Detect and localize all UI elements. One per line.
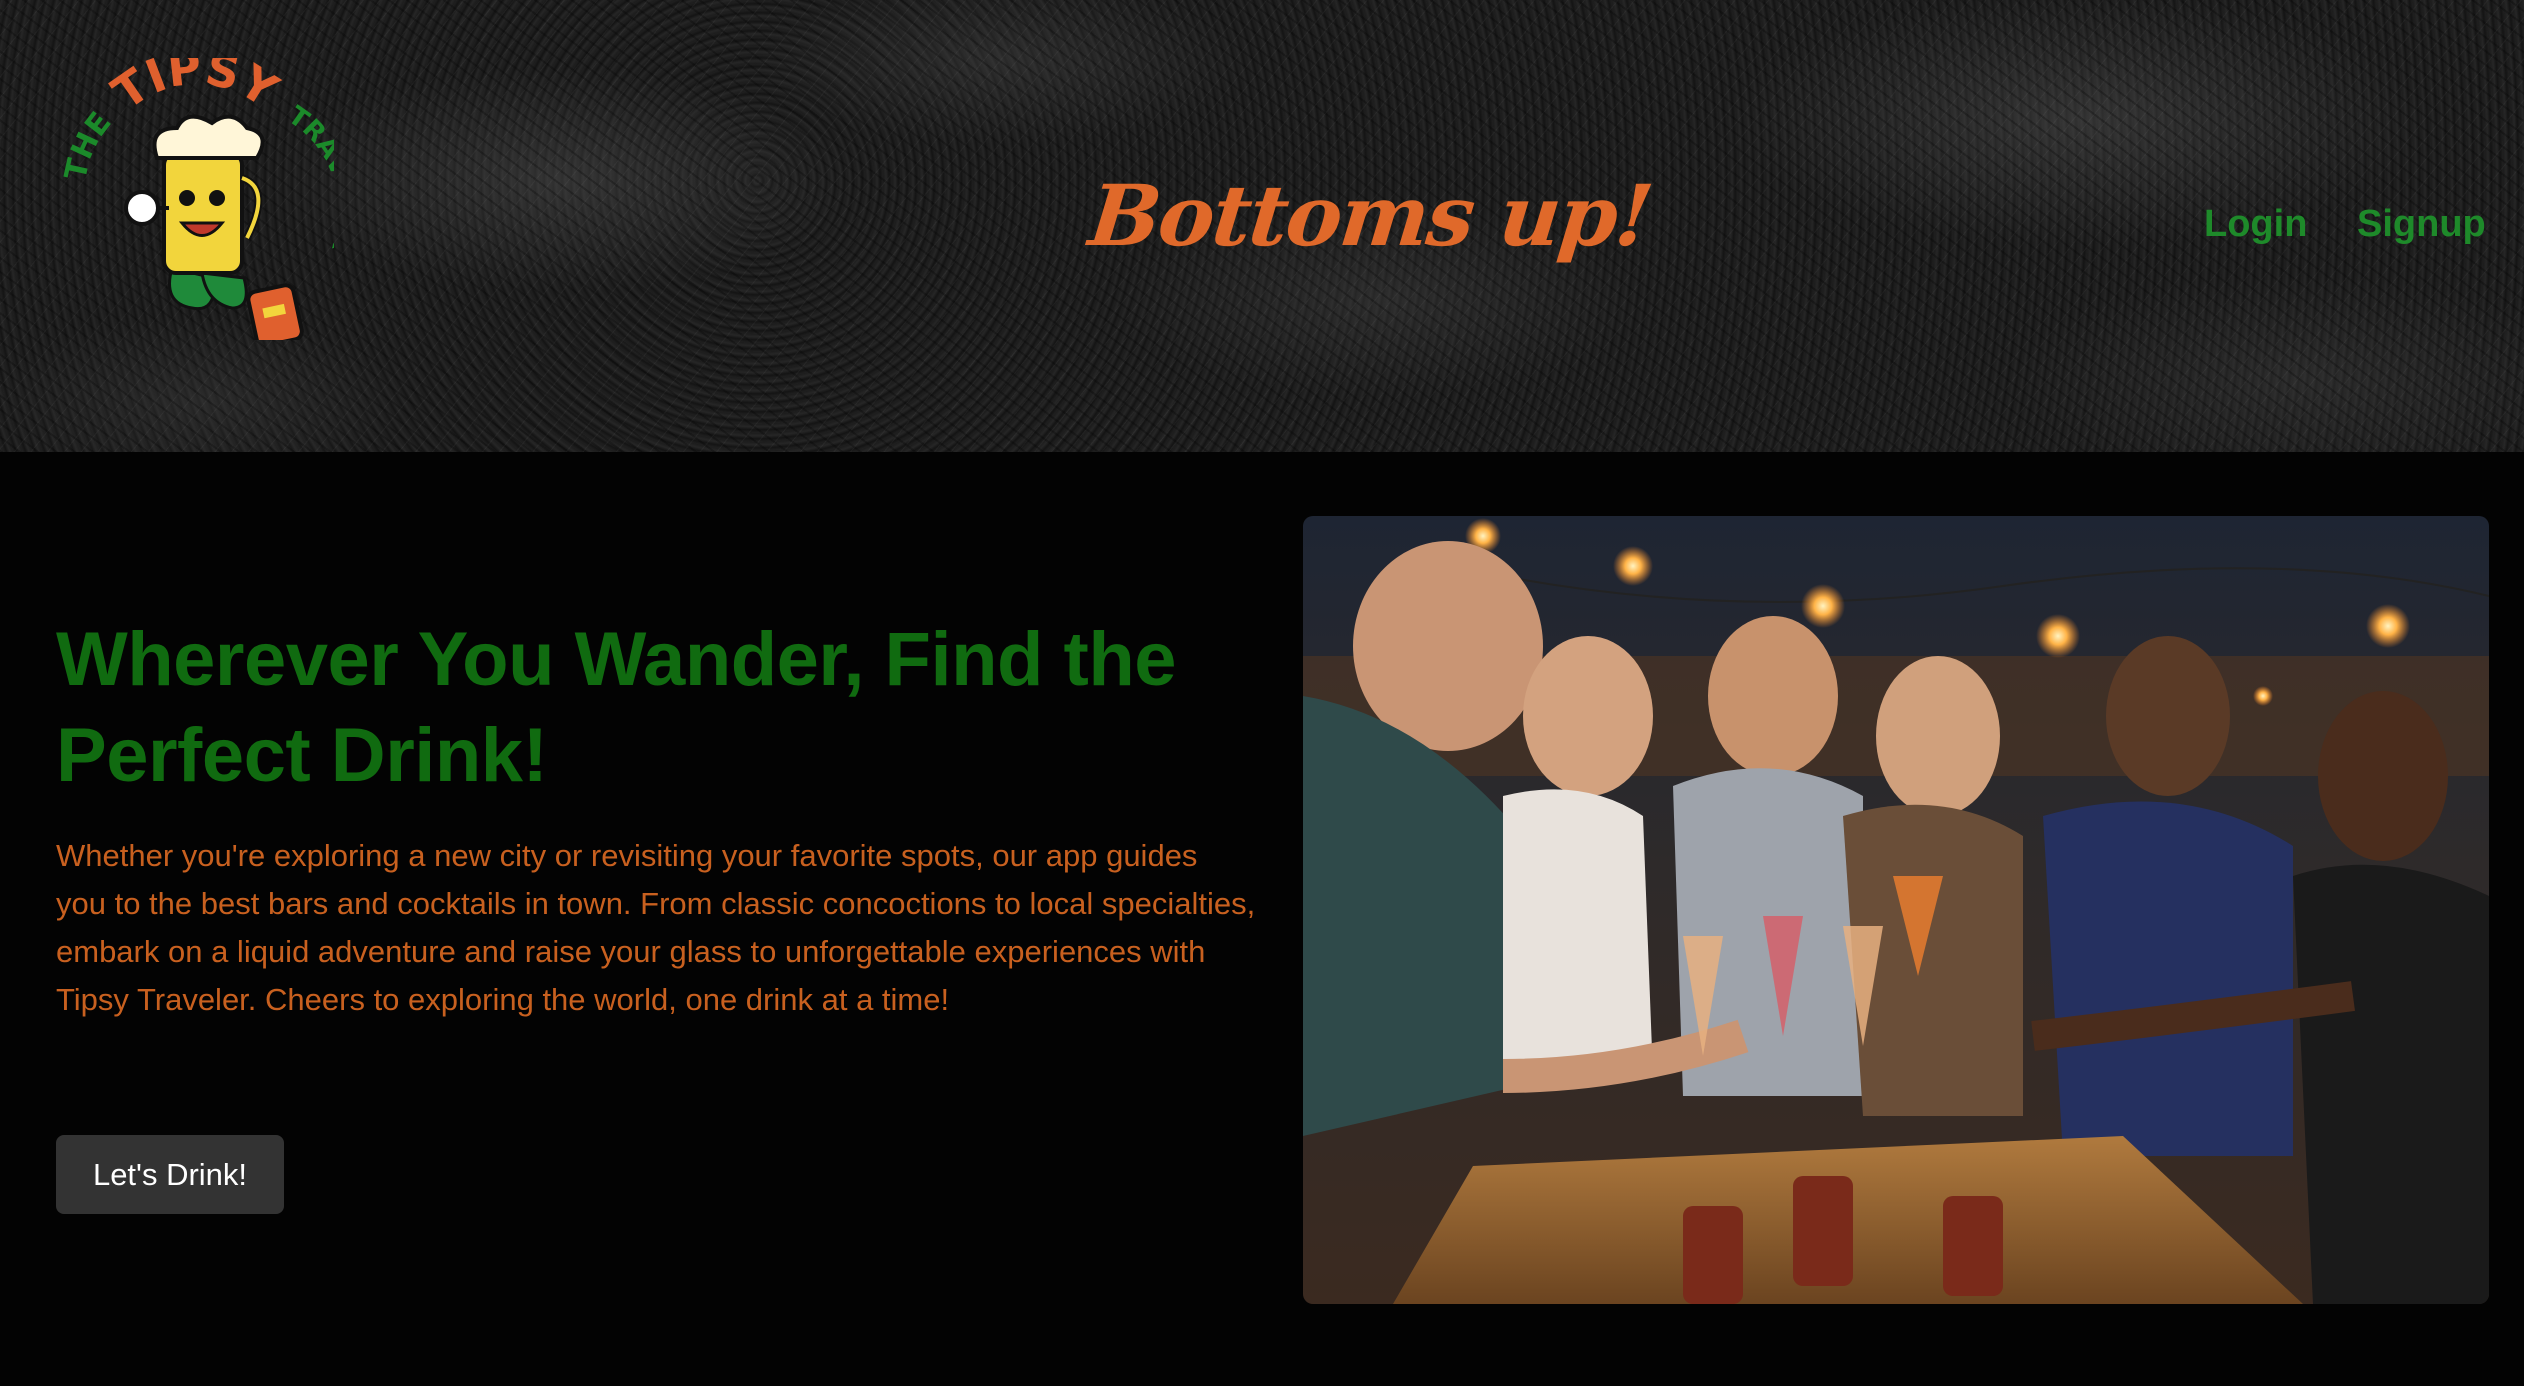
signup-link[interactable]: Signup	[2357, 203, 2486, 246]
login-link[interactable]: Login	[2204, 203, 2307, 246]
tagline: Bottoms up!	[1084, 166, 1656, 265]
logo-right-text: TRAVELER	[282, 101, 334, 255]
friends-toasting-photo	[1303, 516, 2489, 1304]
svg-text:THE: THE	[58, 106, 118, 183]
logo-left-text: THE	[58, 106, 118, 183]
lets-drink-button[interactable]: Let's Drink!	[56, 1135, 284, 1214]
svg-text:TIPSY: TIPSY	[103, 58, 288, 120]
tipsy-traveler-logo[interactable]: THE TIPSY TRAVELER	[52, 58, 334, 340]
hero-description: Whether you're exploring a new city or r…	[56, 838, 1256, 1017]
logo-top-text: TIPSY	[103, 58, 288, 120]
beer-mug-mascot-icon	[124, 114, 304, 340]
site-header: THE TIPSY TRAVELER Bottoms up! Login Sig…	[0, 0, 2524, 452]
svg-text:TRAVELER: TRAVELER	[282, 101, 334, 255]
hero-title: Wherever You Wander, Find the Perfect Dr…	[56, 617, 1177, 798]
